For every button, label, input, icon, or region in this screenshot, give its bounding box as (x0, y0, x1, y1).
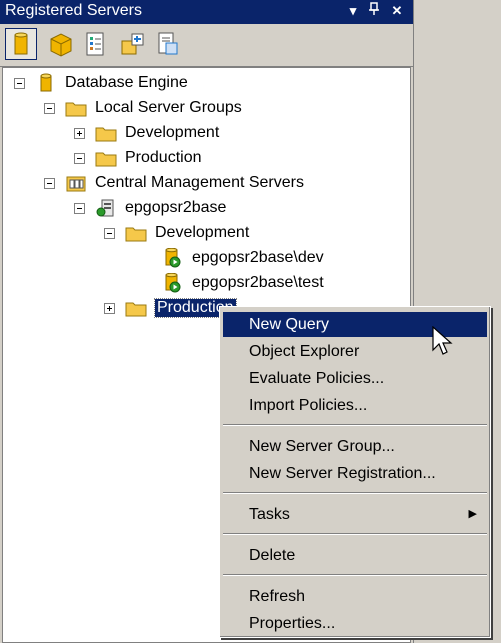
menu-item-tasks[interactable]: Tasks ▶ (223, 502, 487, 527)
server-running-icon (165, 273, 181, 293)
collapse-icon[interactable] (74, 202, 85, 214)
tree-node-label: Local Server Groups (95, 99, 242, 116)
menu-item-delete[interactable]: Delete (223, 543, 487, 568)
menu-separator (223, 424, 487, 426)
collapse-icon[interactable] (104, 227, 115, 239)
server-icon (96, 199, 114, 217)
integration-services-icon[interactable] (118, 29, 148, 59)
menu-separator (223, 492, 487, 494)
menu-item-new-server-group[interactable]: New Server Group... (223, 434, 487, 459)
tree-node-server-development[interactable]: Development (104, 222, 249, 244)
menu-item-refresh[interactable]: Refresh (223, 584, 487, 609)
pin-icon[interactable] (365, 2, 383, 20)
tree-node-label: Database Engine (65, 74, 188, 91)
tree-node-label: Central Management Servers (95, 174, 304, 191)
tree-node-database-engine[interactable]: Database Engine (14, 72, 188, 94)
database-engine-icon[interactable] (5, 28, 37, 60)
tree-node-label: epgopsr2base\dev (192, 249, 324, 266)
menu-item-properties[interactable]: Properties... (223, 611, 487, 636)
tree-node-server-production[interactable]: Production (104, 297, 237, 319)
tree-node-label: epgopsr2base\test (192, 274, 324, 291)
tree-node-label: epgopsr2base (125, 199, 227, 216)
folder-icon (95, 127, 117, 142)
tree-node-label: Development (155, 224, 250, 241)
menu-item-evaluate-policies[interactable]: Evaluate Policies... (223, 366, 487, 391)
menu-item-new-server-registration[interactable]: New Server Registration... (223, 461, 487, 486)
tree-node-production[interactable]: Production (74, 147, 202, 169)
tree-node-server-dev[interactable]: epgopsr2base\dev (162, 247, 324, 269)
tree-node-label: Production (125, 149, 202, 166)
menu-separator (223, 574, 487, 576)
reporting-services-icon[interactable] (80, 29, 110, 59)
close-icon[interactable]: ✕ (388, 2, 406, 20)
tree-node-central-management-servers[interactable]: Central Management Servers (44, 172, 304, 194)
mouse-cursor-icon (432, 326, 453, 355)
database-icon (40, 73, 52, 92)
analysis-services-icon[interactable] (46, 29, 76, 59)
expand-icon[interactable] (74, 127, 85, 139)
server-running-icon (165, 248, 181, 268)
collapse-icon[interactable] (44, 102, 55, 114)
collapse-icon[interactable] (74, 152, 85, 164)
tree-node-label: Development (125, 124, 220, 141)
toolbar (0, 24, 413, 67)
menu-item-tasks-label: Tasks (249, 506, 290, 523)
menu-item-import-policies[interactable]: Import Policies... (223, 393, 487, 418)
window-title: Registered Servers (5, 2, 142, 19)
tree-node-server-test[interactable]: epgopsr2base\test (162, 272, 324, 294)
cms-icon (66, 176, 86, 192)
tree-node-local-server-groups[interactable]: Local Server Groups (44, 97, 242, 119)
folder-icon (125, 227, 147, 242)
folder-icon (65, 102, 87, 117)
tree-node-epgopsr2base[interactable]: epgopsr2base (74, 197, 226, 219)
title-bar: Registered Servers ▾ ✕ (0, 0, 413, 24)
sql-compact-icon[interactable] (153, 29, 183, 59)
menu-separator (223, 533, 487, 535)
dropdown-icon[interactable]: ▾ (344, 2, 362, 20)
folder-icon (95, 152, 117, 167)
folder-icon (125, 302, 147, 317)
collapse-icon[interactable] (44, 177, 55, 189)
tree-node-development[interactable]: Development (74, 122, 219, 144)
submenu-arrow-icon: ▶ (468, 508, 477, 520)
collapse-icon[interactable] (14, 77, 25, 89)
expand-icon[interactable] (104, 302, 115, 314)
